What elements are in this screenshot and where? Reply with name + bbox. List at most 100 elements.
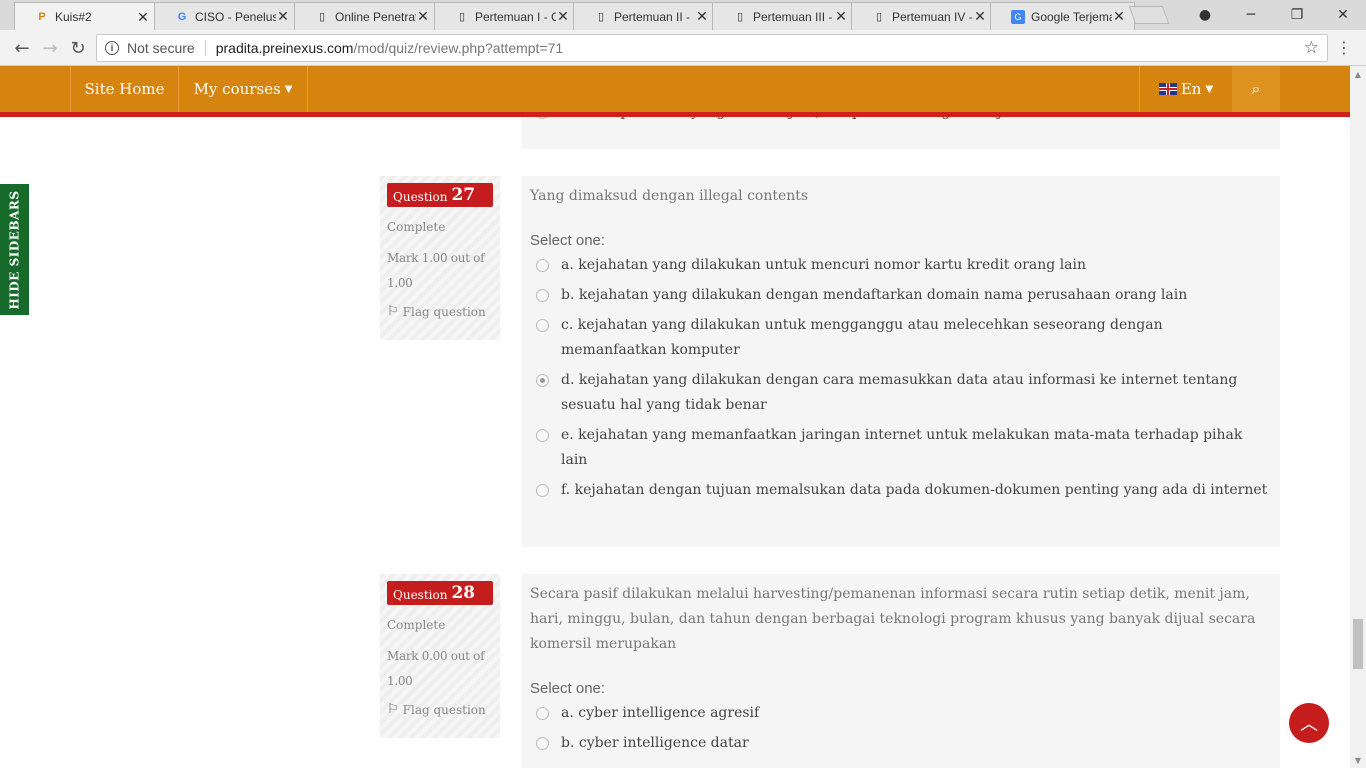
divider	[204, 40, 206, 56]
answer-option-a[interactable]: a. kejahatan yang dilakukan untuk mencur…	[530, 257, 1272, 278]
question-number-badge: Question 28	[387, 581, 493, 605]
browser-tab-3[interactable]: ▯ Online Penetrat ✕	[294, 2, 439, 30]
minimize-icon[interactable]: ─	[1228, 0, 1274, 30]
security-label[interactable]: Not secure	[127, 40, 195, 56]
close-icon[interactable]: ✕	[1112, 8, 1126, 25]
window-close-icon[interactable]: ✕	[1320, 0, 1366, 30]
select-one-label: Select one:	[530, 232, 606, 249]
page-scrollbar[interactable]: ▲ ▼	[1350, 66, 1366, 768]
browser-menu-icon[interactable]: ⋮	[1336, 38, 1352, 57]
answer-text: d. kejahatan yang dilakukan dengan cara …	[561, 372, 1238, 413]
question-grade: Mark 0.00 out of 1.00	[387, 649, 485, 688]
close-icon[interactable]: ✕	[136, 9, 150, 26]
answer-option[interactable]: f. Suatu peristiwa yang akan terjadi, te…	[530, 117, 1024, 125]
document-icon: ▯	[597, 11, 605, 23]
question-info-28: Question 28 Complete Mark 0.00 out of 1.…	[380, 574, 500, 738]
google-translate-favicon-icon: G	[1011, 9, 1025, 24]
new-tab-button[interactable]	[1128, 6, 1170, 24]
flag-question-link[interactable]: ⚐ Flag question	[387, 702, 493, 717]
answer-option-b[interactable]: b. kejahatan yang dilakukan dengan menda…	[530, 287, 1272, 308]
question-state: Complete	[387, 618, 446, 632]
forward-arrow-icon[interactable]: →	[38, 36, 62, 60]
url-field[interactable]: i Not secure pradita.preinexus.com/mod/q…	[96, 34, 1328, 62]
uk-flag-icon	[1158, 83, 1177, 95]
answer-text: f. kejahatan dengan tujuan memalsukan da…	[561, 482, 1268, 498]
answer-option-b[interactable]: b. cyber intelligence datar	[530, 735, 1272, 756]
answer-text: b. kejahatan yang dilakukan dengan menda…	[561, 287, 1188, 303]
search-icon: ⌕	[1251, 79, 1261, 98]
language-selector[interactable]: En ▼	[1139, 66, 1232, 112]
chevron-down-icon: ▼	[1205, 83, 1214, 95]
browser-tab-7[interactable]: ▯ Pertemuan IV - ✕	[851, 2, 996, 30]
search-button[interactable]: ⌕	[1232, 66, 1280, 112]
answer-option-d[interactable]: d. kejahatan yang dilakukan dengan cara …	[530, 372, 1272, 418]
page-content: f. Suatu peristiwa yang akan terjadi, te…	[0, 117, 1350, 768]
browser-tab-6[interactable]: ▯ Pertemuan III - ✕	[712, 2, 857, 30]
question-number: 28	[451, 583, 476, 603]
document-icon: ▯	[318, 11, 326, 23]
profile-icon[interactable]: ●	[1182, 0, 1228, 30]
browser-tab-5[interactable]: ▯ Pertemuan II - ✕	[573, 2, 718, 30]
question-grade: Mark 1.00 out of 1.00	[387, 251, 485, 290]
scroll-up-arrow-icon[interactable]: ▲	[1350, 66, 1366, 82]
question-text: Yang dimaksud dengan illegal contents	[530, 188, 809, 204]
browser-tab-8[interactable]: G Google Terjema ✕	[990, 2, 1135, 30]
question-body-27: Yang dimaksud dengan illegal contents Se…	[522, 176, 1280, 547]
radio-button[interactable]	[536, 117, 549, 119]
close-icon[interactable]: ✕	[834, 8, 848, 25]
tab-title: Pertemuan IV -	[892, 9, 973, 24]
radio-button[interactable]	[536, 484, 549, 497]
bookmark-star-icon[interactable]: ☆	[1304, 38, 1319, 58]
radio-button[interactable]	[536, 429, 549, 442]
answer-option-a[interactable]: a. cyber intelligence agresif	[530, 705, 1272, 726]
browser-tab-1[interactable]: P Kuis#2 ✕	[14, 2, 159, 31]
browser-tab-4[interactable]: ▯ Pertemuan I - C ✕	[434, 2, 579, 30]
answer-text: a. kejahatan yang dilakukan untuk mencur…	[561, 257, 1087, 273]
scrollbar-thumb[interactable]	[1353, 619, 1363, 669]
close-icon[interactable]: ✕	[276, 8, 290, 25]
question-body-28: Secara pasif dilakukan melalui harvestin…	[522, 574, 1280, 768]
back-arrow-icon[interactable]: ←	[10, 36, 34, 60]
back-to-top-button[interactable]: ︿	[1289, 703, 1329, 743]
hide-sidebars-button[interactable]: HIDE SIDEBARS	[0, 184, 29, 315]
radio-button-selected[interactable]	[536, 374, 549, 387]
url-path: /mod/quiz/review.php?attempt=71	[353, 40, 564, 56]
site-navbar: Site Home My courses ▼ En ▼ ⌕	[0, 66, 1350, 112]
flag-question-link[interactable]: ⚐ Flag question	[387, 304, 493, 319]
browser-tab-2[interactable]: G CISO - Penelusu ✕	[154, 2, 299, 30]
answer-option-c[interactable]: c. kejahatan yang dilakukan untuk mengga…	[530, 317, 1272, 363]
info-icon[interactable]: i	[105, 41, 119, 55]
close-icon[interactable]: ✕	[556, 8, 570, 25]
restore-icon[interactable]: ❐	[1274, 0, 1320, 30]
chevron-down-icon: ▼	[284, 83, 293, 95]
answer-option-f[interactable]: f. kejahatan dengan tujuan memalsukan da…	[530, 482, 1272, 503]
radio-button[interactable]	[536, 289, 549, 302]
answer-option-e[interactable]: e. kejahatan yang memanfaatkan jaringan …	[530, 427, 1272, 473]
url-host: pradita.preinexus.com	[215, 40, 354, 56]
tab-title: Google Terjema	[1031, 9, 1112, 24]
previous-question-tail: f. Suatu peristiwa yang akan terjadi, te…	[522, 117, 1280, 149]
question-text: Secara pasif dilakukan melalui harvestin…	[530, 586, 1256, 652]
close-icon[interactable]: ✕	[973, 8, 987, 25]
radio-button[interactable]	[536, 737, 549, 750]
scroll-down-arrow-icon[interactable]: ▼	[1350, 752, 1366, 768]
radio-button[interactable]	[536, 707, 549, 720]
google-favicon-icon: G	[177, 10, 187, 23]
flag-icon: ⚐	[387, 304, 399, 319]
close-icon[interactable]: ✕	[416, 8, 430, 25]
reload-icon[interactable]: ↻	[66, 36, 90, 60]
language-label: En	[1180, 80, 1202, 98]
question-state: Complete	[387, 220, 446, 234]
browser-tab-bar: P Kuis#2 ✕ G CISO - Penelusu ✕ ▯ Online …	[0, 0, 1366, 31]
radio-button[interactable]	[536, 259, 549, 272]
flag-label: Flag question	[402, 702, 486, 717]
nav-my-courses[interactable]: My courses ▼	[178, 66, 308, 112]
question-number-badge: Question 27	[387, 183, 493, 207]
pradita-favicon-icon: P	[38, 11, 46, 23]
nav-site-home[interactable]: Site Home	[70, 66, 178, 112]
question-info-27: Question 27 Complete Mark 1.00 out of 1.…	[380, 176, 500, 340]
close-icon[interactable]: ✕	[695, 8, 709, 25]
flag-label: Flag question	[402, 304, 486, 319]
radio-button[interactable]	[536, 319, 549, 332]
answer-text: e. kejahatan yang memanfaatkan jaringan …	[561, 427, 1243, 468]
